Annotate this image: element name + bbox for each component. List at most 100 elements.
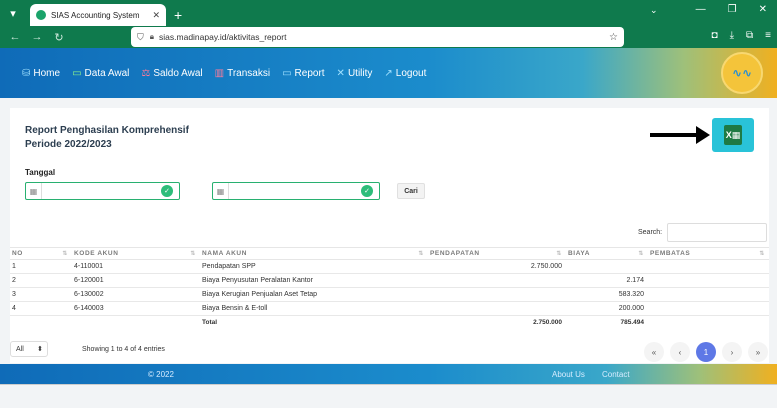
- cell-kode: 6-130002: [72, 287, 200, 302]
- brand-logo[interactable]: ∿∿: [721, 52, 763, 94]
- date-from-field[interactable]: ▦ ✓: [25, 182, 180, 200]
- hamburger-menu-icon[interactable]: ≡: [765, 30, 771, 41]
- menu-home[interactable]: ⛁ Home: [22, 68, 60, 79]
- select-arrows-icon: ⬍: [37, 346, 43, 353]
- col-nama-akun[interactable]: NAMA AKUN ⇅: [200, 247, 428, 260]
- close-window-icon[interactable]: ✕: [759, 4, 767, 15]
- total-pendapatan: 2.750.000: [533, 319, 562, 327]
- tab-list-chevron-icon[interactable]: ⌄: [650, 5, 658, 16]
- cell-pendapatan: [428, 273, 566, 288]
- forward-icon[interactable]: →: [26, 31, 48, 43]
- cell-pendapatan: [428, 287, 566, 302]
- menu-saldo-awal[interactable]: ⚖ Saldo Awal: [141, 68, 202, 79]
- entries-length-select[interactable]: All ⬍: [10, 341, 48, 357]
- cell-pembatas: [648, 301, 769, 316]
- reload-icon[interactable]: ↻: [48, 31, 70, 44]
- calendar-icon[interactable]: ▦: [26, 183, 42, 199]
- menu-transaksi[interactable]: ▥ Transaksi: [215, 68, 270, 79]
- col-biaya[interactable]: BIAYA ⇅: [566, 247, 648, 260]
- date-to-field[interactable]: ▦ ✓: [212, 182, 380, 200]
- report-card: Report Penghasilan Komprehensif Periode …: [10, 108, 769, 363]
- table-row: 3 6-130002 Biaya Kerugian Penjualan Aset…: [10, 287, 769, 302]
- window-controls: — ❐ ✕: [696, 4, 767, 15]
- copyright-text: © 2022: [148, 370, 174, 379]
- cell-nama: Biaya Kerugian Penjualan Aset Tetap: [200, 287, 428, 302]
- menu-report-label: Report: [294, 67, 325, 79]
- prev-page-button[interactable]: ‹: [670, 342, 690, 362]
- col-kode-akun[interactable]: KODE AKUN ⇅: [72, 247, 200, 260]
- lock-icon[interactable]: 🔒︎: [150, 32, 154, 42]
- search-input[interactable]: [667, 223, 767, 242]
- menu-data-awal[interactable]: ▭ Data Awal: [72, 68, 129, 79]
- monitor-icon: ▭: [282, 67, 292, 79]
- browser-tab[interactable]: SIAS Accounting System ✕: [30, 4, 166, 26]
- cell-biaya: 2.174: [566, 273, 648, 288]
- table-total-row: Total 2.750.000 785.494: [10, 316, 769, 330]
- calendar-icon[interactable]: ▦: [213, 183, 229, 199]
- cell-nama: Pendapatan SPP: [200, 259, 428, 274]
- address-bar[interactable]: ⛉ 🔒︎ sias.madinapay.id/aktivitas_report …: [131, 27, 624, 47]
- check-icon: ✓: [361, 185, 373, 197]
- browser-toolbar-right: ◘ ⤓ ⧉ ≡: [712, 30, 771, 41]
- last-page-button[interactable]: »: [748, 342, 768, 362]
- table-row: 2 6-120001 Biaya Penyusutan Peralatan Ka…: [10, 273, 769, 288]
- pagination: « ‹ 1 › »: [644, 342, 768, 362]
- table-row: 1 4-110001 Pendapatan SPP 2.750.000: [10, 259, 769, 274]
- url-text[interactable]: sias.madinapay.id/aktivitas_report: [159, 32, 609, 42]
- cell-no: 4: [10, 301, 72, 316]
- cell-kode: 6-120001: [72, 273, 200, 288]
- table-header-row: NO ⇅ KODE AKUN ⇅ NAMA AKUN ⇅ PENDAPATAN ⇅ BI…: [10, 247, 769, 260]
- cell-biaya: [566, 259, 648, 274]
- date-from-input[interactable]: [42, 183, 161, 199]
- menu-utility[interactable]: ✕ Utility: [337, 68, 373, 79]
- export-excel-button[interactable]: X▦: [712, 118, 754, 152]
- app-footer: © 2022 About Us Contact: [0, 364, 777, 384]
- sort-icon: ⇅: [759, 251, 765, 257]
- col-no[interactable]: NO ⇅: [10, 247, 72, 260]
- annotation-arrow-icon: [650, 126, 710, 144]
- cell-no: 3: [10, 287, 72, 302]
- maximize-icon[interactable]: ❐: [728, 4, 737, 15]
- cell-nama: Biaya Bensin & E-toll: [200, 301, 428, 316]
- tools-icon: ✕: [336, 67, 345, 79]
- cell-pendapatan: [428, 301, 566, 316]
- new-tab-button[interactable]: +: [174, 4, 182, 26]
- menu-home-label: Home: [33, 67, 61, 79]
- next-page-button[interactable]: ›: [722, 342, 742, 362]
- bookmark-star-icon[interactable]: ☆: [609, 32, 618, 43]
- pocket-icon[interactable]: ◘: [712, 30, 718, 41]
- about-us-link[interactable]: About Us: [552, 370, 585, 379]
- back-icon[interactable]: ←: [4, 31, 26, 43]
- browser-navbar: ← → ↻ ⛉ 🔒︎ sias.madinapay.id/aktivitas_r…: [0, 26, 777, 48]
- excel-icon: X▦: [724, 125, 742, 145]
- cari-button[interactable]: Cari: [397, 183, 425, 199]
- first-page-button[interactable]: «: [644, 342, 664, 362]
- cell-pembatas: [648, 273, 769, 288]
- col-pendapatan[interactable]: PENDAPATAN ⇅: [428, 247, 566, 260]
- tab-title: SIAS Accounting System: [51, 10, 140, 20]
- logo-wave-icon: ∿∿: [731, 66, 753, 80]
- total-label: Total: [202, 319, 218, 327]
- extensions-icon[interactable]: ⧉: [746, 30, 753, 41]
- tab-close-icon[interactable]: ✕: [152, 10, 160, 21]
- sort-icon: ⇅: [638, 251, 644, 257]
- col-pembatas[interactable]: PEMBATAS ⇅: [648, 247, 769, 260]
- page-bottom: [0, 384, 777, 408]
- page-1-button[interactable]: 1: [696, 342, 716, 362]
- menu-utility-label: Utility: [347, 67, 373, 79]
- download-icon[interactable]: ⤓: [730, 30, 734, 41]
- menu-logout[interactable]: ↗ Logout: [384, 68, 426, 79]
- browser-menu-icon[interactable]: ▾: [0, 0, 26, 26]
- minimize-icon[interactable]: —: [696, 4, 706, 15]
- search-label: Search:: [638, 229, 663, 236]
- database-icon: ⛁: [22, 67, 31, 79]
- cell-pembatas: [648, 287, 769, 302]
- date-to-input[interactable]: [229, 183, 361, 199]
- contact-link[interactable]: Contact: [602, 370, 630, 379]
- cell-no: 2: [10, 273, 72, 288]
- total-biaya: 785.494: [620, 319, 645, 327]
- tracking-shield-icon[interactable]: ⛉: [137, 32, 144, 43]
- report-title-line1: Report Penghasilan Komprehensif: [25, 125, 189, 136]
- cell-nama: Biaya Penyusutan Peralatan Kantor: [200, 273, 428, 288]
- menu-report[interactable]: ▭ Report: [282, 68, 324, 79]
